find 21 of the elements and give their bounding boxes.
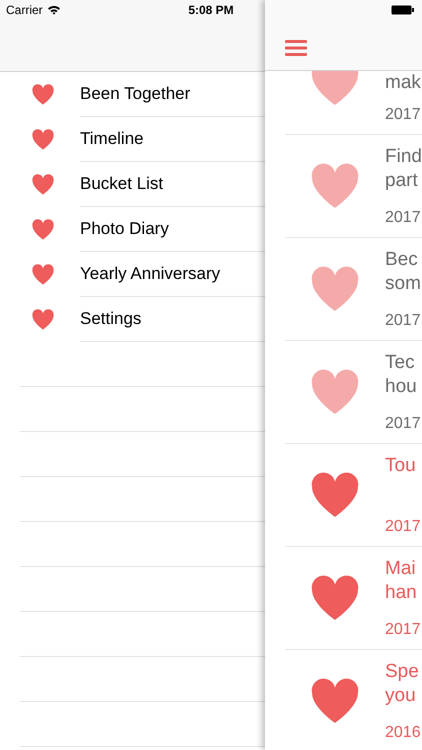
entry-date: 2016 xyxy=(385,723,421,743)
entry-date: 2017 xyxy=(385,311,421,331)
entry-title: Tec xyxy=(385,351,416,375)
entry-title: Bec xyxy=(385,248,419,272)
entry-title: you xyxy=(385,684,417,708)
entry-title: Mai xyxy=(385,557,417,581)
entry-title: mak xyxy=(385,71,421,95)
carrier-label: Carrier xyxy=(6,3,43,17)
entry-date: 2017 xyxy=(385,414,421,434)
entry-date: 2017 xyxy=(385,208,422,228)
entry-title: Tou xyxy=(385,454,417,478)
time-label: 5:08 PM xyxy=(188,3,234,17)
entry-date: 2017 xyxy=(385,620,421,640)
entry-title: part xyxy=(385,169,419,193)
entry-title: Spe xyxy=(385,660,420,684)
entry-title: Find xyxy=(385,145,422,169)
entry-title: som xyxy=(385,272,421,296)
entry-date: 2017 xyxy=(385,517,421,537)
entry-title: han xyxy=(385,581,418,605)
entry-date: 2017 xyxy=(385,105,421,125)
entry-title: hou xyxy=(385,375,418,399)
